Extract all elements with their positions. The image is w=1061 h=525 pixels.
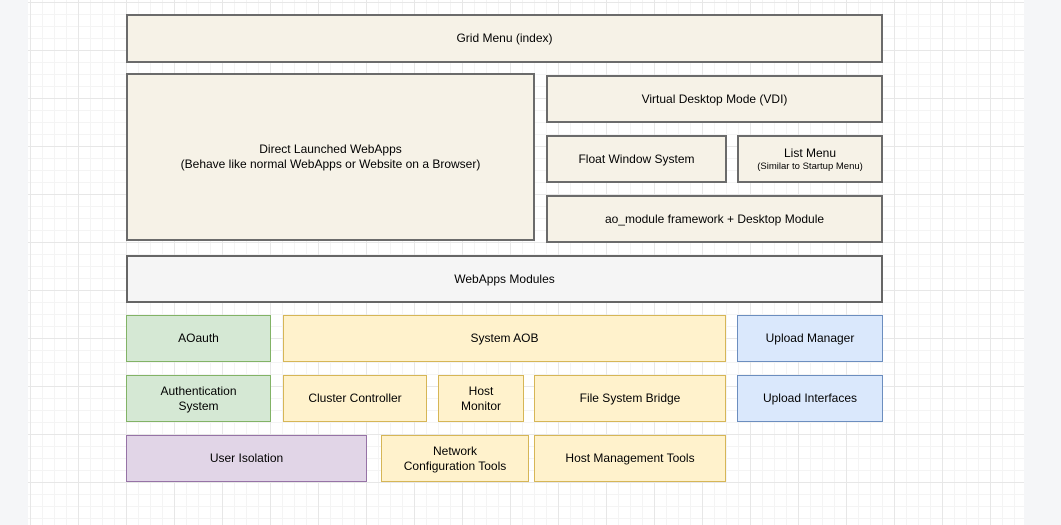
node-webapps-modules-label: WebApps Modules <box>454 272 555 287</box>
node-list-menu[interactable]: List Menu(Similar to Startup Menu) <box>737 135 883 183</box>
node-user-isolation[interactable]: User Isolation <box>126 435 367 482</box>
node-host-monitor-label: Host <box>469 384 494 399</box>
node-upload-interfaces-label: Upload Interfaces <box>763 391 857 406</box>
node-direct-webapps[interactable]: Direct Launched WebApps(Behave like norm… <box>126 73 535 241</box>
node-upload-interfaces[interactable]: Upload Interfaces <box>737 375 883 422</box>
node-float-window-system[interactable]: Float Window System <box>546 135 727 183</box>
node-grid-menu-label: Grid Menu (index) <box>456 31 552 46</box>
node-virtual-desktop-mode[interactable]: Virtual Desktop Mode (VDI) <box>546 75 883 123</box>
node-authentication-system[interactable]: AuthenticationSystem <box>126 375 271 422</box>
node-aoauth[interactable]: AOauth <box>126 315 271 362</box>
node-list-menu-label: List Menu <box>784 146 836 161</box>
node-list-menu-label: (Similar to Startup Menu) <box>757 161 863 173</box>
node-user-isolation-label: User Isolation <box>210 451 283 466</box>
node-host-management-tools[interactable]: Host Management Tools <box>534 435 726 482</box>
node-ao-module-framework[interactable]: ao_module framework + Desktop Module <box>546 195 883 243</box>
node-host-management-tools-label: Host Management Tools <box>565 451 694 466</box>
node-host-monitor[interactable]: HostMonitor <box>438 375 524 422</box>
node-system-aob-label: System AOB <box>470 331 538 346</box>
node-virtual-desktop-mode-label: Virtual Desktop Mode (VDI) <box>642 92 788 107</box>
node-authentication-system-label: Authentication <box>160 384 236 399</box>
node-cluster-controller[interactable]: Cluster Controller <box>283 375 427 422</box>
node-webapps-modules[interactable]: WebApps Modules <box>126 255 883 303</box>
node-cluster-controller-label: Cluster Controller <box>308 391 401 406</box>
drawio-canvas-area: Grid Menu (index) Direct Launched WebApps… <box>0 0 1061 525</box>
node-direct-webapps-label: (Behave like normal WebApps or Website o… <box>181 157 481 172</box>
node-file-system-bridge[interactable]: File System Bridge <box>534 375 726 422</box>
node-network-config-tools-label: Network <box>433 444 477 459</box>
node-network-config-tools-label: Configuration Tools <box>404 459 507 474</box>
node-network-config-tools[interactable]: NetworkConfiguration Tools <box>381 435 529 482</box>
node-upload-manager-label: Upload Manager <box>766 331 855 346</box>
node-system-aob[interactable]: System AOB <box>283 315 726 362</box>
node-file-system-bridge-label: File System Bridge <box>580 391 681 406</box>
left-gutter <box>0 0 28 525</box>
node-authentication-system-label: System <box>178 399 218 414</box>
node-aoauth-label: AOauth <box>178 331 219 346</box>
node-direct-webapps-label: Direct Launched WebApps <box>259 142 402 157</box>
node-float-window-system-label: Float Window System <box>578 152 694 167</box>
right-gutter <box>1024 0 1061 525</box>
node-grid-menu[interactable]: Grid Menu (index) <box>126 14 883 63</box>
node-host-monitor-label: Monitor <box>461 399 501 414</box>
node-upload-manager[interactable]: Upload Manager <box>737 315 883 362</box>
node-ao-module-framework-label: ao_module framework + Desktop Module <box>605 212 824 227</box>
